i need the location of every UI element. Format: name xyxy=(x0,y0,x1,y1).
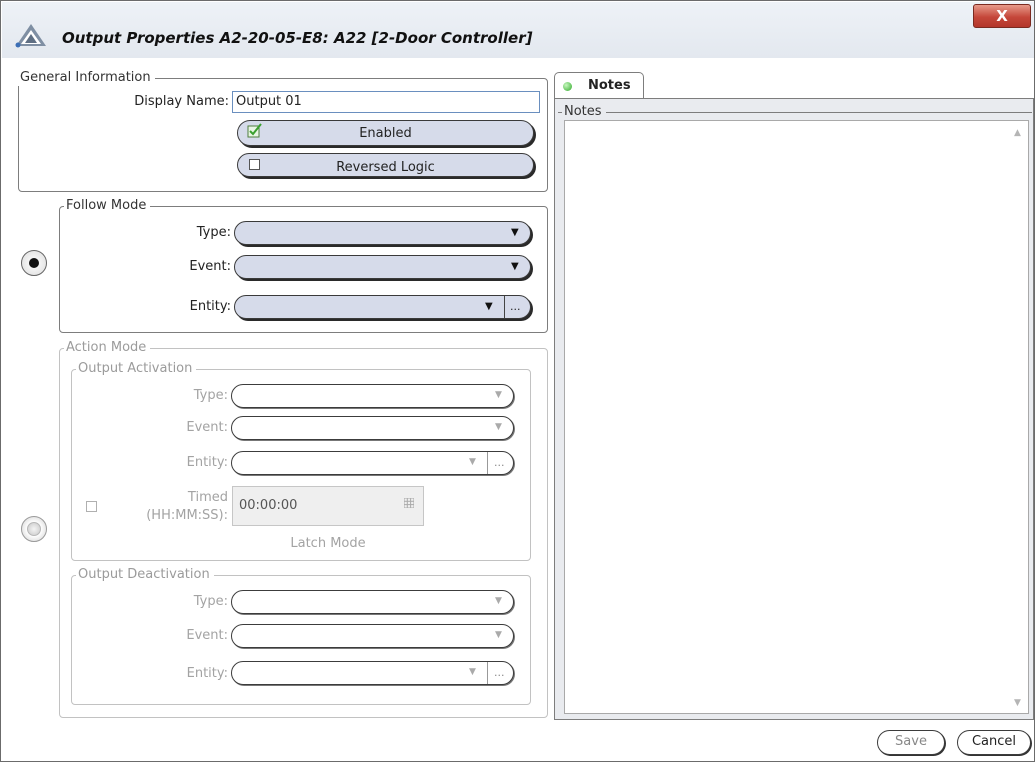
deactivation-type-dropdown[interactable] xyxy=(231,590,514,614)
follow-type-label: Type: xyxy=(196,225,231,240)
activation-entity-browse-button[interactable]: ... xyxy=(494,456,505,469)
latch-mode-label: Latch Mode xyxy=(290,536,366,551)
action-mode-radio[interactable] xyxy=(21,516,47,542)
deactivation-entity-divider xyxy=(487,662,488,684)
follow-event-chevron-down-icon: ▼ xyxy=(511,261,519,272)
output-activation-legend: Output Activation xyxy=(76,361,197,377)
output-deactivation-legend: Output Deactivation xyxy=(76,567,214,583)
activation-type-dropdown[interactable] xyxy=(231,384,514,408)
activation-event-label: Event: xyxy=(186,420,228,435)
save-button[interactable]: Save xyxy=(877,730,945,755)
follow-entity-label: Entity: xyxy=(189,299,231,314)
notes-scroll-up-icon[interactable]: ▲ xyxy=(1014,128,1021,138)
notes-textarea[interactable] xyxy=(564,120,1029,714)
output-properties-window: Output Properties A2-20-05-E8: A22 [2-Do… xyxy=(0,0,1035,762)
follow-mode-legend: Follow Mode xyxy=(64,198,151,214)
deactivation-entity-chevron-down-icon: ▼ xyxy=(469,667,476,677)
enabled-label: Enabled xyxy=(359,126,412,141)
follow-mode-radio[interactable] xyxy=(21,250,47,276)
deactivation-entity-browse-button[interactable]: ... xyxy=(494,666,505,679)
deactivation-event-chevron-down-icon: ▼ xyxy=(495,630,502,640)
follow-event-dropdown[interactable] xyxy=(234,255,531,279)
activation-type-label: Type: xyxy=(193,388,228,403)
close-button[interactable]: X xyxy=(973,4,1031,28)
timed-checkbox[interactable] xyxy=(86,501,97,512)
activation-entity-label: Entity: xyxy=(186,455,228,470)
follow-entity-chevron-down-icon: ▼ xyxy=(485,301,493,312)
tab-notes-label: Notes xyxy=(588,78,631,93)
activation-type-chevron-down-icon: ▼ xyxy=(495,390,502,400)
follow-type-dropdown[interactable] xyxy=(234,221,531,245)
timed-label-line1: Timed xyxy=(187,490,228,505)
deactivation-type-chevron-down-icon: ▼ xyxy=(495,596,502,606)
general-information-legend: General Information xyxy=(18,70,155,86)
follow-event-label: Event: xyxy=(189,259,231,274)
deactivation-entity-label: Entity: xyxy=(186,666,228,681)
follow-entity-browse-button[interactable]: ... xyxy=(510,300,521,313)
time-picker-grid-icon xyxy=(403,497,415,509)
deactivation-event-label: Event: xyxy=(186,628,228,643)
reversed-logic-label: Reversed Logic xyxy=(336,160,435,175)
deactivation-event-dropdown[interactable] xyxy=(231,624,514,648)
activation-entity-chevron-down-icon: ▼ xyxy=(469,457,476,467)
timed-duration-input[interactable]: 00:00:00 xyxy=(232,486,424,526)
notes-legend: Notes xyxy=(562,104,606,120)
deactivation-type-label: Type: xyxy=(193,594,228,609)
follow-type-chevron-down-icon: ▼ xyxy=(511,227,519,238)
display-name-input[interactable]: Output 01 xyxy=(232,91,540,113)
activation-event-dropdown[interactable] xyxy=(231,416,514,440)
cancel-button[interactable]: Cancel xyxy=(957,730,1031,755)
notes-scroll-down-icon[interactable]: ▼ xyxy=(1014,698,1021,708)
app-logo-icon xyxy=(14,22,48,48)
timed-label-line2: (HH:MM:SS): xyxy=(146,508,228,523)
display-name-label: Display Name: xyxy=(134,94,229,109)
notes-status-indicator-icon xyxy=(563,82,572,91)
activation-event-chevron-down-icon: ▼ xyxy=(495,422,502,432)
activation-entity-divider xyxy=(487,452,488,474)
window-title: Output Properties A2-20-05-E8: A22 [2-Do… xyxy=(62,29,533,47)
action-mode-legend: Action Mode xyxy=(64,340,151,356)
follow-entity-divider xyxy=(504,296,505,318)
notes-group-border xyxy=(558,112,1032,113)
